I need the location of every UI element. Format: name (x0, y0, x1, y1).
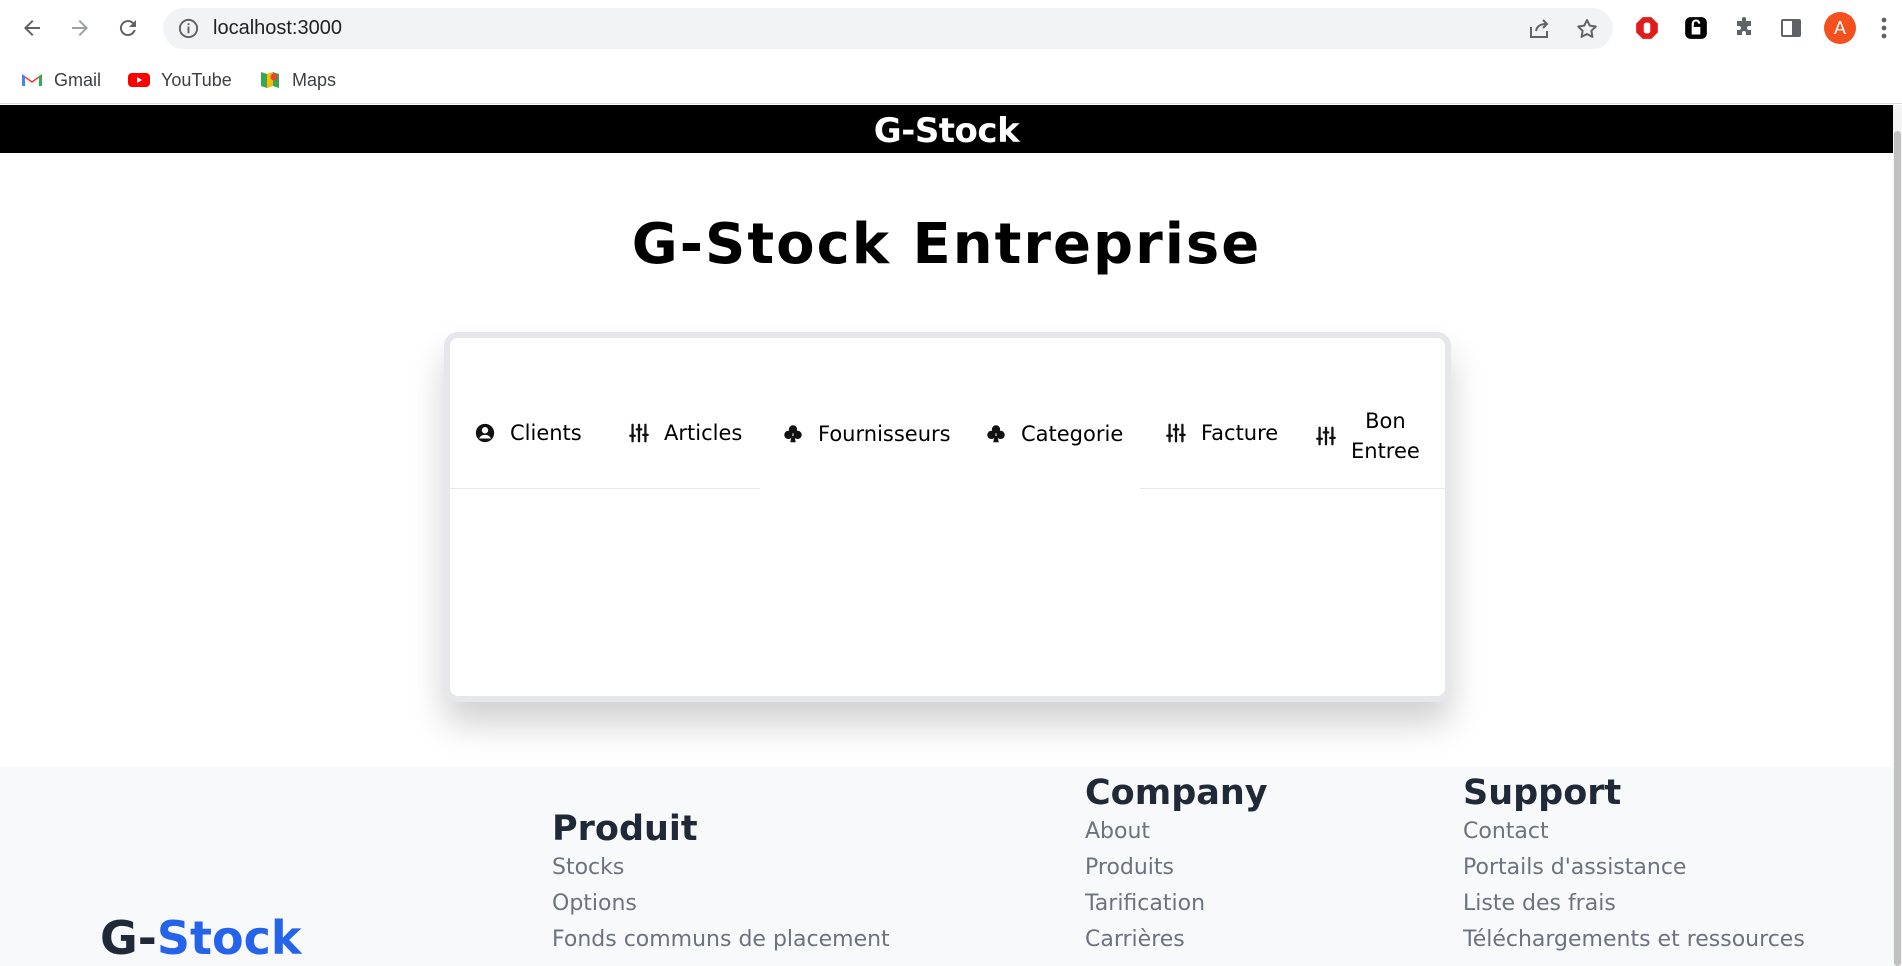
tab-articles[interactable]: Articles (628, 421, 742, 445)
user-circle-icon (475, 423, 495, 443)
side-panel-button[interactable] (1776, 13, 1806, 43)
extension-adblock[interactable] (1632, 13, 1662, 43)
footer-link-about[interactable]: About (1085, 819, 1150, 844)
lock-icon (1685, 17, 1707, 39)
reload-button[interactable] (110, 10, 146, 46)
tab-bon-entree[interactable]: Bon Entree (1315, 406, 1420, 466)
scrollbar-thumb[interactable] (1894, 131, 1901, 966)
club-icon (987, 425, 1005, 443)
reload-icon (119, 20, 136, 37)
footer-link-frais[interactable]: Liste des frais (1463, 891, 1616, 916)
footer-company-title: Company (1085, 773, 1268, 813)
brand-prefix: G- (100, 911, 157, 965)
maps-icon (261, 72, 279, 88)
site-footer: G-Stock Produit Stocks Options Fonds com… (0, 767, 1893, 966)
tab-categorie[interactable]: Categorie (985, 422, 1123, 446)
tab-label: Bon Entree (1351, 406, 1420, 466)
app-header: G-Stock (0, 105, 1893, 153)
back-button[interactable] (14, 10, 50, 46)
bookmark-label: Gmail (54, 69, 102, 90)
share-icon (1530, 19, 1549, 38)
tab-label: Facture (1201, 421, 1279, 445)
gmail-icon (22, 74, 42, 86)
star-icon (1577, 19, 1597, 38)
side-panel-icon (1781, 19, 1801, 37)
browser-toolbar: localhost:3000 A (0, 0, 1902, 56)
stop-hand-icon (1636, 17, 1658, 39)
bookmark-label: YouTube (161, 69, 232, 90)
club-icon (784, 425, 802, 443)
footer-link-contact[interactable]: Contact (1463, 819, 1549, 844)
tab-label-line1: Bon (1365, 409, 1406, 433)
extension-lock[interactable] (1681, 13, 1711, 43)
tab-label-line2: Entree (1351, 439, 1420, 463)
tab-label: Categorie (1021, 422, 1124, 446)
profile-avatar[interactable]: A (1824, 12, 1856, 44)
footer-brand-logo[interactable]: G-Stock (100, 911, 301, 965)
bookmark-star-button[interactable] (1573, 15, 1601, 43)
bookmarks-bar: Gmail YouTube Maps (0, 56, 1902, 104)
tab-label: Fournisseurs (818, 422, 951, 446)
page-title: G-Stock Entreprise (631, 212, 1262, 277)
app-header-title: G-Stock (873, 111, 1020, 151)
bookmark-youtube[interactable]: YouTube (127, 64, 232, 96)
tab-facture[interactable]: Facture (1165, 421, 1278, 445)
puzzle-icon (1737, 17, 1751, 35)
footer-link-stocks[interactable]: Stocks (552, 855, 624, 880)
forward-button[interactable] (62, 10, 98, 46)
sliders-icon (1316, 426, 1336, 446)
footer-link-options[interactable]: Options (552, 891, 637, 916)
tabs-card: Clients Articles Fournisseurs Categorie … (444, 332, 1451, 702)
extensions-button[interactable] (1729, 13, 1759, 43)
share-button[interactable] (1525, 15, 1553, 43)
footer-link-produits[interactable]: Produits (1085, 855, 1174, 880)
url-text[interactable]: localhost:3000 (213, 17, 342, 40)
sliders-icon (629, 423, 649, 443)
footer-link-telechargements[interactable]: Téléchargements et ressources (1463, 927, 1805, 952)
footer-support-title: Support (1463, 773, 1622, 813)
arrow-left-icon (24, 20, 40, 36)
tab-fournisseurs[interactable]: Fournisseurs (782, 422, 951, 446)
kebab-menu-icon (1881, 17, 1887, 39)
address-bar[interactable]: localhost:3000 (163, 8, 1613, 49)
bookmark-gmail[interactable]: Gmail (20, 64, 101, 96)
footer-link-tarification[interactable]: Tarification (1085, 891, 1205, 916)
footer-link-fonds[interactable]: Fonds communs de placement (552, 927, 890, 952)
active-tab-gap (760, 484, 1140, 492)
browser-menu-button[interactable] (1876, 12, 1892, 44)
tab-clients[interactable]: Clients (474, 421, 582, 445)
info-icon[interactable] (177, 17, 200, 40)
footer-link-carrieres[interactable]: Carrières (1085, 927, 1185, 952)
footer-produit-title: Produit (552, 809, 698, 849)
tab-label: Clients (510, 421, 582, 445)
page-scrollbar[interactable] (1893, 105, 1902, 966)
youtube-icon (128, 73, 150, 87)
page-viewport: G-Stock G-Stock Entreprise Clients Artic… (0, 105, 1902, 966)
brand-accent: Stock (156, 911, 302, 965)
bookmark-label: Maps (292, 69, 337, 90)
sliders-icon (1166, 423, 1186, 443)
arrow-right-icon (72, 20, 88, 36)
tab-label: Articles (664, 421, 743, 445)
bookmark-maps[interactable]: Maps (258, 64, 336, 96)
footer-link-portails[interactable]: Portails d'assistance (1463, 855, 1686, 880)
